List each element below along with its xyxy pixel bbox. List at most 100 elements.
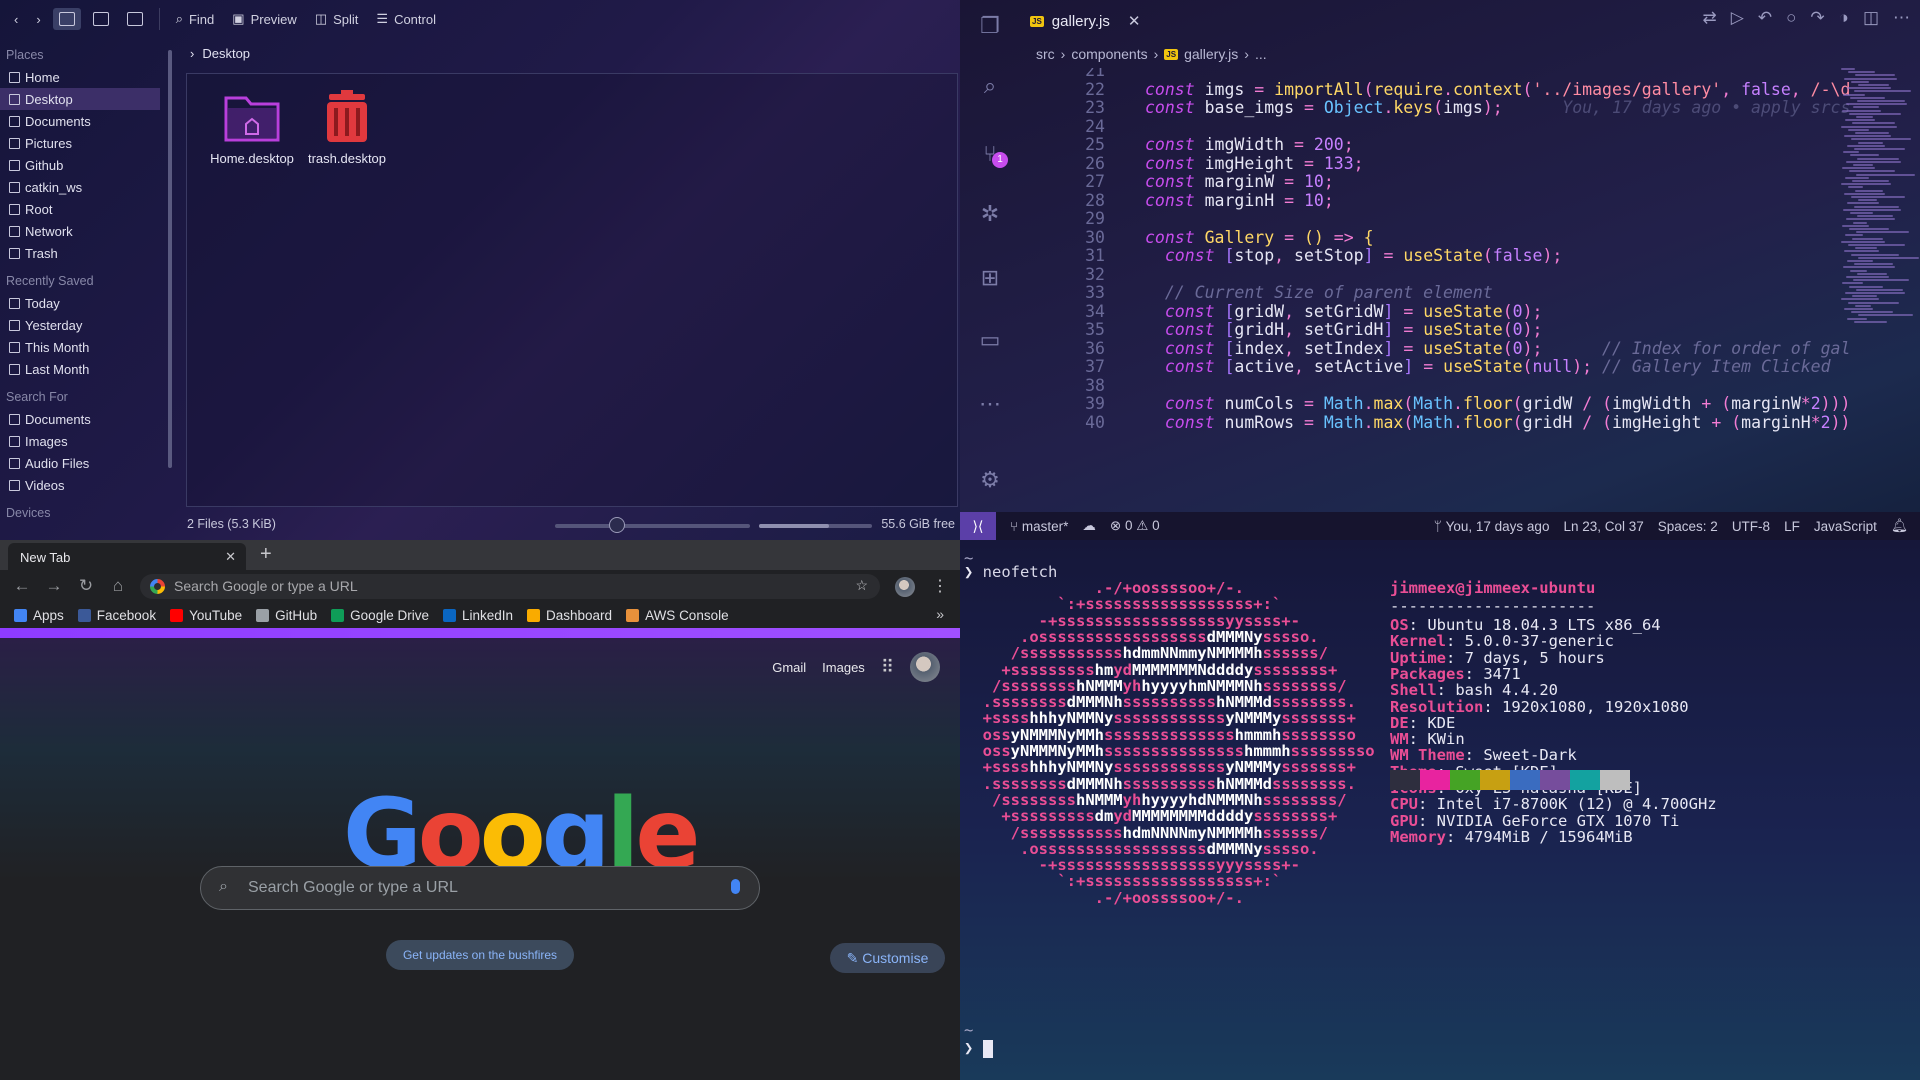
find-button[interactable]: ⌕ Find [170,7,221,31]
close-icon[interactable]: ✕ [1128,12,1141,30]
line-ending[interactable]: LF [1784,519,1800,534]
previous-change-icon[interactable]: ↶ [1758,8,1772,28]
language-mode[interactable]: JavaScript [1814,519,1877,534]
icon-view-button[interactable] [52,8,81,30]
search-placeholder: Search Google or type a URL [248,879,458,896]
minimap-line [1854,205,1899,208]
forward-icon[interactable]: → [44,576,64,596]
sidebar-scrollbar[interactable] [168,50,172,468]
bookmark-aws-console[interactable]: AWS Console [626,608,729,623]
bookmark-facebook[interactable]: Facebook [77,608,156,623]
sidebar-search-videos[interactable]: Videos [0,474,175,496]
preview-button[interactable]: ▣ Preview [226,7,303,31]
minimap-line [1841,125,1897,128]
bell-icon[interactable]: 🔔︎ [1891,518,1908,534]
sidebar-item-trash[interactable]: Trash [0,242,175,264]
git-blame[interactable]: ᛘ You, 17 days ago [1434,519,1550,534]
promo-link[interactable]: Get updates on the bushfires [386,940,574,970]
gear-icon[interactable]: ⚙ [976,466,1004,494]
sidebar-item-catkin-ws[interactable]: catkin_ws [0,176,175,198]
tree-view-button[interactable] [121,8,149,30]
bookmark-youtube[interactable]: YouTube [170,608,242,623]
explorer-icon[interactable]: ❐ [976,12,1004,40]
minimap[interactable] [1833,68,1919,398]
indentation[interactable]: Spaces: 2 [1658,519,1718,534]
code-area[interactable]: 21 22 const imgs = importAll(require.conte… [1020,68,1850,512]
sidebar-search-audio-files[interactable]: Audio Files [0,452,175,474]
address-bar[interactable]: Search Google or type a URL ☆ [140,574,880,599]
sync-icon[interactable]: ☁ [1082,518,1096,534]
terminal-window[interactable]: ~ ❯ neofetch .-/+oossssoo+/-. `:+sssssss… [960,540,1920,1080]
split-button[interactable]: ◫ Split [309,7,365,31]
zoom-slider-handle[interactable] [609,517,625,533]
forward-button[interactable]: › [30,8,46,31]
back-button[interactable]: ‹ [8,8,24,31]
details-view-button[interactable] [87,8,115,30]
profile-avatar[interactable] [895,577,915,597]
home-icon[interactable]: ⌂ [108,576,128,596]
search-icon[interactable]: ⌕ [976,72,1004,100]
bookmarks-overflow-icon[interactable]: » [936,606,944,622]
crumb-components[interactable]: components [1071,46,1147,62]
crumb-file[interactable]: gallery.js [1184,46,1238,62]
file-item-home[interactable]: Home.desktop [197,88,307,166]
sidebar-recent-this-month[interactable]: This Month [0,336,175,358]
timeline-icon[interactable]: ◑ [1839,8,1849,28]
customise-button[interactable]: ✎ Customise [830,943,945,973]
split-editor-icon[interactable]: ◫ [1863,8,1879,28]
crumb-src[interactable]: src [1036,46,1055,62]
sidebar-item-root[interactable]: Root [0,198,175,220]
new-tab-button[interactable]: + [260,543,272,566]
sidebar-search-images[interactable]: Images [0,430,175,452]
control-button[interactable]: ☰ Control [370,7,442,31]
reload-icon[interactable]: ↻ [76,576,96,596]
more-icon[interactable]: ⋯ [976,390,1004,418]
star-icon[interactable]: ☆ [855,577,868,594]
extensions-icon[interactable]: ⊞ [976,264,1004,292]
file-view[interactable]: Home.desktop trash.desktop [186,73,958,507]
editor-tab[interactable]: JS gallery.js ✕ [1030,6,1140,36]
file-item-trash[interactable]: trash.desktop [292,88,402,166]
zoom-slider[interactable] [555,517,750,533]
bookmark-google-drive[interactable]: Google Drive [331,608,429,623]
back-icon[interactable]: ← [12,576,32,596]
apps-grid-icon[interactable]: ⠿ [881,657,894,678]
images-link[interactable]: Images [822,660,865,675]
debug-icon[interactable]: ✲ [976,200,1004,228]
sidebar-item-github[interactable]: Github [0,154,175,176]
compare-icon[interactable]: ⇄ [1703,8,1717,28]
git-branch[interactable]: ⑂ master* [1010,519,1068,534]
crumb-more[interactable]: ... [1255,46,1267,62]
remote-explorer-icon[interactable]: ▭ [976,326,1004,354]
sidebar-recent-last-month[interactable]: Last Month [0,358,175,380]
new-tab-page: Gmail Images ⠿ Google ⌕ Search Google or… [0,638,960,1080]
sidebar-recent-today[interactable]: Today [0,292,175,314]
account-avatar[interactable] [910,652,940,682]
bookmark-linkedin[interactable]: LinkedIn [442,608,513,623]
breadcrumb-desktop[interactable]: Desktop [202,46,250,61]
run-icon[interactable]: ▷ [1731,8,1744,28]
sidebar-item-network[interactable]: Network [0,220,175,242]
bookmark-github[interactable]: GitHub [256,608,317,623]
gmail-link[interactable]: Gmail [772,660,806,675]
sidebar-item-documents[interactable]: Documents [0,110,175,132]
remote-icon[interactable]: ⟩⟨ [960,512,996,540]
bookmark-apps[interactable]: Apps [14,608,64,623]
sidebar-item-home[interactable]: Home [0,66,175,88]
sidebar-item-pictures[interactable]: Pictures [0,132,175,154]
next-change-icon[interactable]: ↷ [1810,8,1824,28]
problems-indicator[interactable]: ⊗ 0 ⚠ 0 [1110,518,1160,534]
more-actions-icon[interactable]: ⋯ [1893,8,1910,28]
sidebar-search-documents[interactable]: Documents [0,408,175,430]
circle-icon[interactable]: ○ [1786,8,1796,28]
sidebar-item-desktop[interactable]: Desktop [0,88,160,110]
close-tab-icon[interactable]: ✕ [225,549,236,565]
google-search-box[interactable]: ⌕ Search Google or type a URL [200,866,760,910]
browser-tab[interactable]: New Tab ✕ [8,543,246,570]
cursor-position[interactable]: Ln 23, Col 37 [1563,519,1643,534]
microphone-icon[interactable] [731,879,740,894]
encoding[interactable]: UTF-8 [1732,519,1770,534]
kebab-menu-icon[interactable]: ⋮ [932,576,948,596]
bookmark-dashboard[interactable]: Dashboard [527,608,612,623]
sidebar-recent-yesterday[interactable]: Yesterday [0,314,175,336]
